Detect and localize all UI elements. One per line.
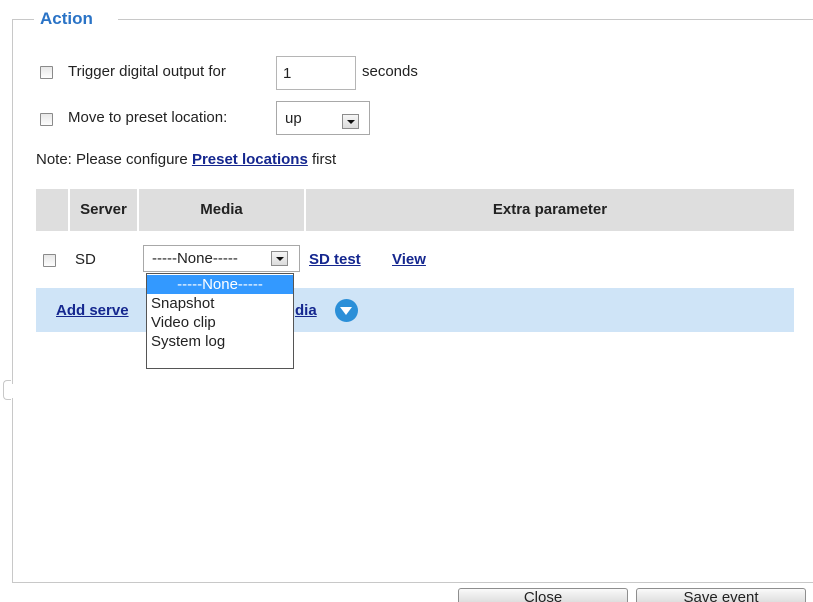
header-checkbox-col: [36, 189, 68, 231]
action-legend: Action: [36, 9, 101, 29]
media-option-video-clip[interactable]: Video clip: [147, 313, 293, 332]
media-select[interactable]: -----None-----: [143, 245, 300, 272]
close-button[interactable]: Close: [458, 588, 628, 602]
chevron-down-icon[interactable]: [342, 114, 359, 129]
trigger-seconds-input[interactable]: 1: [276, 56, 356, 90]
media-option-none[interactable]: -----None-----: [147, 275, 293, 294]
preset-note: Note: Please configure Preset locations …: [36, 151, 336, 169]
header-media: Media: [139, 189, 304, 231]
server-name: SD: [75, 251, 96, 268]
add-media-link[interactable]: dia: [295, 302, 317, 320]
media-option-snapshot[interactable]: Snapshot: [147, 294, 293, 313]
fieldset-left-border-lower: [12, 398, 13, 582]
media-option-system-log[interactable]: System log: [147, 332, 293, 351]
preset-location-select[interactable]: up: [276, 101, 370, 135]
note-prefix: Note: Please configure: [36, 151, 192, 168]
save-event-button[interactable]: Save event: [636, 588, 806, 602]
fieldset-top-border-right: [118, 19, 813, 20]
expand-circle-icon[interactable]: [335, 299, 358, 322]
move-preset-label: Move to preset location:: [68, 109, 228, 126]
trigger-seconds-unit: seconds: [362, 63, 418, 80]
header-server: Server: [70, 189, 137, 231]
view-link[interactable]: View: [392, 251, 426, 269]
add-server-link[interactable]: Add serve: [56, 302, 129, 320]
preset-locations-link[interactable]: Preset locations: [192, 151, 308, 168]
fieldset-top-border-left: [12, 19, 34, 20]
fieldset-left-border: [12, 19, 13, 384]
trigger-output-checkbox[interactable]: [40, 66, 53, 79]
server-row-checkbox[interactable]: [43, 254, 56, 267]
fieldset-bottom-border: [12, 582, 813, 583]
media-select-value: -----None-----: [152, 250, 238, 267]
fieldset-left-bracket: [3, 380, 11, 400]
sd-test-link[interactable]: SD test: [309, 251, 361, 269]
move-preset-checkbox[interactable]: [40, 113, 53, 126]
preset-location-value: up: [285, 110, 302, 127]
media-dropdown-list: -----None----- Snapshot Video clip Syste…: [146, 273, 294, 369]
note-suffix: first: [307, 151, 337, 168]
trigger-output-label: Trigger digital output for: [68, 63, 226, 80]
chevron-down-icon[interactable]: [271, 251, 288, 266]
header-extra-parameter: Extra parameter: [306, 189, 794, 231]
